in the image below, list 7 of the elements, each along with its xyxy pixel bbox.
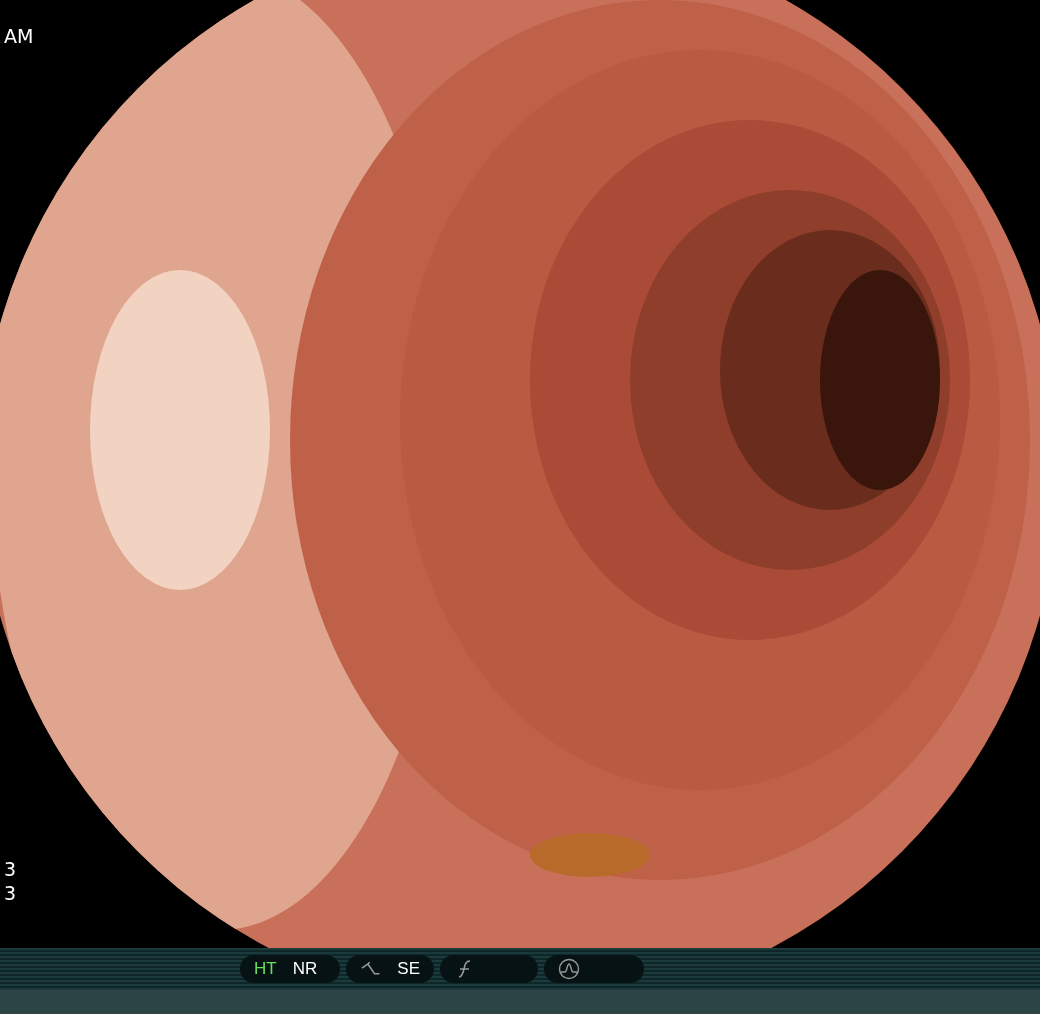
mode-label: HT <box>254 959 277 979</box>
overlay-text: AM <box>4 25 34 47</box>
mode-label: NR <box>292 959 318 979</box>
waveform-icon <box>558 958 580 980</box>
overlay-text: 3 <box>4 882 17 904</box>
overlay-text: 3 <box>4 858 17 880</box>
mode-label: SE <box>397 959 420 979</box>
